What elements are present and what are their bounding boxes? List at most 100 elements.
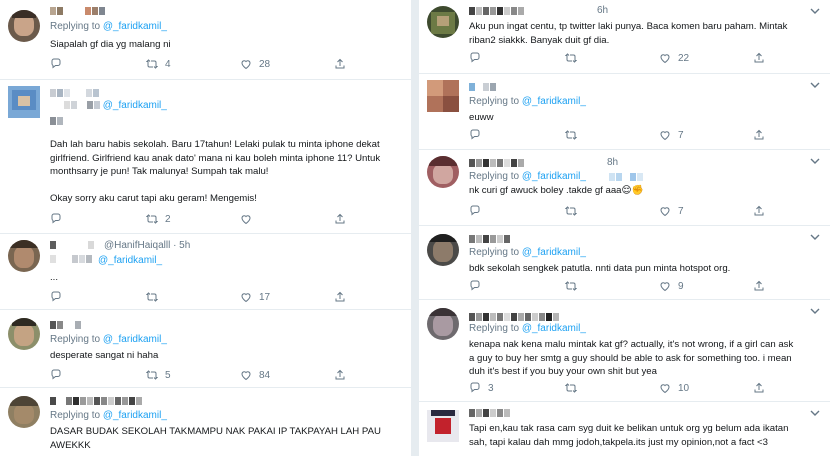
like-button[interactable] xyxy=(240,213,259,225)
avatar[interactable] xyxy=(8,318,40,350)
retweet-count: 4 xyxy=(165,58,171,70)
tweet-card[interactable]: 8h Replying to @_faridkamil_ nk curi gf … xyxy=(419,150,830,226)
reply-prefix: Replying to xyxy=(469,96,522,107)
tweet-card[interactable]: Tapi en,kau tak rasa cam syg duit ke bel… xyxy=(419,402,830,456)
like-button[interactable]: 7 xyxy=(659,129,684,141)
share-button[interactable] xyxy=(753,382,765,394)
share-button[interactable] xyxy=(334,291,346,303)
tweet-time[interactable]: 6h xyxy=(597,5,608,16)
reply-to-link[interactable]: @_faridkamil_ xyxy=(522,171,586,182)
retweet-button[interactable]: 4 xyxy=(146,58,171,70)
retweet-icon xyxy=(565,130,577,140)
like-button[interactable]: 9 xyxy=(659,280,684,292)
avatar[interactable] xyxy=(427,234,459,266)
share-icon xyxy=(754,382,764,393)
chevron-down-icon[interactable] xyxy=(810,6,820,16)
reply-icon xyxy=(470,280,480,291)
share-button[interactable] xyxy=(753,52,765,64)
action-bar: 22 xyxy=(469,52,769,66)
avatar[interactable] xyxy=(427,308,459,340)
reply-button[interactable]: 3 xyxy=(469,382,494,394)
tweet-card[interactable]: Replying to @_faridkamil_ Siapalah gf di… xyxy=(0,0,411,80)
reply-icon xyxy=(470,52,480,63)
reply-button[interactable] xyxy=(469,205,488,217)
share-icon xyxy=(335,213,345,224)
action-bar: 4 28 xyxy=(50,58,350,72)
share-button[interactable] xyxy=(753,129,765,141)
reply-button[interactable] xyxy=(50,291,69,303)
retweet-button[interactable]: 2 xyxy=(146,213,171,225)
retweet-icon xyxy=(146,292,158,302)
reply-to-link[interactable]: @_faridkamil_ xyxy=(103,334,167,345)
chevron-down-icon[interactable] xyxy=(810,306,820,316)
like-count: 10 xyxy=(678,382,690,394)
chevron-down-icon[interactable] xyxy=(810,156,820,166)
reply-button[interactable] xyxy=(50,369,69,381)
tweet-card[interactable]: Replying to @_faridkamil_ bdk sekolah se… xyxy=(419,226,830,300)
reply-button[interactable] xyxy=(469,280,488,292)
like-button[interactable]: 28 xyxy=(240,58,270,70)
tweet-text: bdk sekolah sengkek patutla. nnti data p… xyxy=(469,263,731,274)
reply-to-link[interactable]: @_faridkamil_ xyxy=(103,410,167,421)
reply-button[interactable] xyxy=(469,129,488,141)
tweet-card[interactable]: Replying to @_faridkamil_ euww 7 xyxy=(419,74,830,150)
share-button[interactable] xyxy=(334,58,346,70)
avatar[interactable] xyxy=(427,80,459,112)
tweet-card[interactable]: @HanifHaiqalll · 5h @_faridkamil_ ... 17 xyxy=(0,234,411,310)
reply-context: Replying to @_faridkamil_ xyxy=(50,21,167,32)
tweet-card[interactable]: Replying to @_faridkamil_ DASAR BUDAK SE… xyxy=(0,388,411,456)
retweet-button[interactable] xyxy=(565,382,584,394)
reply-count: 3 xyxy=(488,382,494,394)
like-button[interactable]: 10 xyxy=(659,382,689,394)
chevron-down-icon[interactable] xyxy=(810,80,820,90)
reply-to-link[interactable]: @_faridkamil_ xyxy=(522,96,586,107)
share-button[interactable] xyxy=(334,213,346,225)
avatar[interactable] xyxy=(8,240,40,272)
retweet-button[interactable] xyxy=(565,129,584,141)
like-button[interactable]: 7 xyxy=(659,205,684,217)
avatar[interactable] xyxy=(8,10,40,42)
avatar[interactable] xyxy=(8,86,40,118)
reply-to-link[interactable]: @_faridkamil_ xyxy=(103,21,167,32)
reply-to-link[interactable]: @_faridkamil_ xyxy=(98,255,162,266)
tweet-card[interactable]: Replying to @_faridkamil_ kenapa nak ken… xyxy=(419,300,830,402)
avatar[interactable] xyxy=(427,410,459,442)
retweet-icon xyxy=(565,383,577,393)
avatar[interactable] xyxy=(427,156,459,188)
like-count: 84 xyxy=(259,369,271,381)
action-bar: 7 xyxy=(469,129,769,143)
like-button[interactable]: 22 xyxy=(659,52,689,64)
retweet-button[interactable] xyxy=(565,52,584,64)
tweet-card[interactable]: Replying to @_faridkamil_ desperate sang… xyxy=(0,310,411,388)
reply-button[interactable] xyxy=(50,58,69,70)
tweet-handle[interactable]: @HanifHaiqalll · 5h xyxy=(104,240,190,251)
reply-context: Replying to @_faridkamil_ xyxy=(50,410,167,421)
retweet-button[interactable] xyxy=(146,291,165,303)
chevron-down-icon[interactable] xyxy=(810,408,820,418)
tweet-card[interactable]: @_faridkamil_ Dah lah baru habis sekolah… xyxy=(0,80,411,234)
tweet-time[interactable]: 8h xyxy=(607,157,618,168)
like-button[interactable]: 17 xyxy=(240,291,270,303)
share-button[interactable] xyxy=(753,280,765,292)
retweet-button[interactable] xyxy=(565,280,584,292)
retweet-button[interactable] xyxy=(565,205,584,217)
share-button[interactable] xyxy=(334,369,346,381)
reply-button[interactable] xyxy=(469,52,488,64)
share-button[interactable] xyxy=(753,205,765,217)
redacted-text xyxy=(609,172,643,181)
retweet-button[interactable]: 5 xyxy=(146,369,171,381)
reply-button[interactable] xyxy=(50,213,69,225)
tweet-card[interactable]: 6h Aku pun ingat centu, tp twitter laki … xyxy=(419,0,830,74)
reply-to-link[interactable]: @_faridkamil_ xyxy=(522,247,586,258)
reply-to-link[interactable]: @_faridkamil_ xyxy=(103,100,167,111)
action-bar: 5 84 xyxy=(50,369,350,383)
avatar[interactable] xyxy=(8,396,40,428)
like-button[interactable]: 84 xyxy=(240,369,270,381)
reply-prefix: Replying to xyxy=(50,21,103,32)
avatar[interactable] xyxy=(427,6,459,38)
reply-icon xyxy=(51,369,61,380)
reply-icon xyxy=(51,291,61,302)
reply-to-link[interactable]: @_faridkamil_ xyxy=(522,323,586,334)
retweet-icon xyxy=(146,370,158,380)
chevron-down-icon[interactable] xyxy=(810,232,820,242)
